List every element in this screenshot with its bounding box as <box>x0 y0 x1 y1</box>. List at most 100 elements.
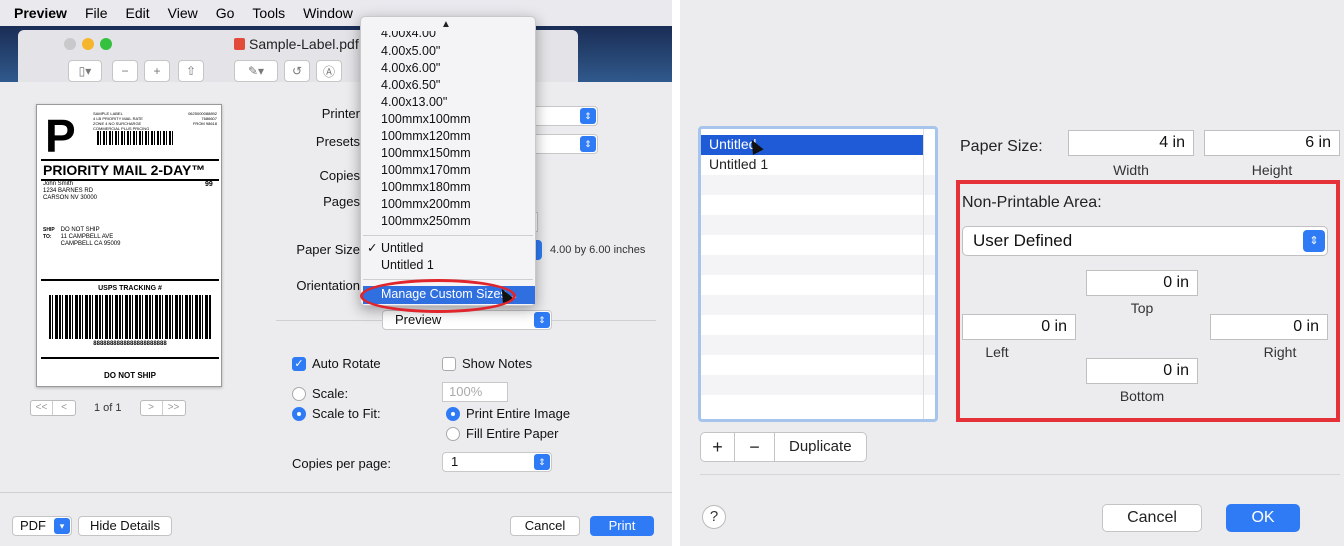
menu-item-4x5[interactable]: 4.00x5.00" <box>381 43 440 59</box>
close-window-button[interactable] <box>64 38 76 50</box>
remove-size-button[interactable]: − <box>735 433 775 461</box>
zoom-window-button[interactable] <box>100 38 112 50</box>
menu-item-100x200[interactable]: 100mmx200mm <box>381 196 471 212</box>
menu-item-100x150[interactable]: 100mmx150mm <box>381 145 471 161</box>
non-printable-area-label: Non-Printable Area: <box>962 194 1102 211</box>
pages-label: Pages <box>323 194 360 209</box>
height-caption: Height <box>1251 162 1293 178</box>
label-code: 0625000088892 7686607 FROM 98618 <box>188 111 217 126</box>
menu-item-100x250[interactable]: 100mmx250mm <box>381 213 471 229</box>
top-margin-field[interactable]: 0 in <box>1086 270 1198 296</box>
presets-label: Presets <box>315 134 360 149</box>
tracking-barcode <box>49 295 211 339</box>
copies-label: Copies <box>319 168 360 183</box>
list-item-empty <box>701 335 935 355</box>
page-indicator: 1 of 1 <box>94 402 122 414</box>
markup-pen-icon[interactable]: ✎▾ <box>234 60 278 82</box>
list-item-selected[interactable]: Untitled <box>701 135 923 155</box>
priority-letter: P <box>45 110 76 162</box>
annotate-icon[interactable]: Ⓐ <box>316 60 342 82</box>
checkmark-icon: ✓ <box>292 356 306 371</box>
menu-edit[interactable]: Edit <box>126 5 150 21</box>
ok-button[interactable]: OK <box>1226 504 1300 532</box>
menu-item-100x120[interactable]: 100mmx120mm <box>381 128 471 144</box>
label-rate-info: SAMPLE LABEL 4 LB PRIORITY MAIL RATE ZON… <box>93 111 150 131</box>
preview-section-popup[interactable]: Preview ⇕ <box>382 310 552 330</box>
pdf-menu-button[interactable]: PDF ▾ <box>12 516 72 536</box>
height-field[interactable]: 6 in <box>1204 130 1340 156</box>
last-page-button[interactable]: >> <box>163 401 185 415</box>
menu-item-4x4[interactable]: 4.00x4.00" <box>381 31 440 39</box>
right-margin-field[interactable]: 0 in <box>1210 314 1328 340</box>
rotate-icon[interactable]: ↺ <box>284 60 310 82</box>
orientation-label: Orientation <box>296 278 360 293</box>
paper-size-info: 4.00 by 6.00 inches <box>550 244 646 256</box>
custom-sizes-list[interactable]: Untitled Untitled 1 <box>698 126 938 422</box>
menu-window[interactable]: Window <box>303 5 353 21</box>
chevron-updown-icon: ⇕ <box>580 136 596 152</box>
print-entire-image-radio[interactable]: Print Entire Image <box>446 406 570 421</box>
cancel-button[interactable]: Cancel <box>1102 504 1202 532</box>
user-defined-popup[interactable]: User Defined ⇕ <box>962 226 1328 256</box>
menu-bar: Preview File Edit View Go Tools Window <box>0 0 672 26</box>
service-title: PRIORITY MAIL 2-DAY™ <box>41 159 219 181</box>
scale-to-fit-radio[interactable]: Scale to Fit: <box>292 406 381 421</box>
scroll-up-icon[interactable]: ▲ <box>441 19 451 30</box>
menu-item-untitled[interactable]: ✓ Untitled <box>367 240 423 256</box>
menu-item-100x180[interactable]: 100mmx180mm <box>381 179 471 195</box>
tracking-header: USPS TRACKING # <box>41 279 219 292</box>
menu-item-4x13[interactable]: 4.00x13.00" <box>381 94 447 110</box>
list-item[interactable]: Untitled 1 <box>701 155 935 175</box>
menu-item-4x6.5[interactable]: 4.00x6.50" <box>381 77 440 93</box>
hide-details-button[interactable]: Hide Details <box>78 516 172 536</box>
left-margin-field[interactable]: 0 in <box>962 314 1076 340</box>
cancel-button[interactable]: Cancel <box>510 516 580 536</box>
menu-tools[interactable]: Tools <box>252 5 285 21</box>
menu-file[interactable]: File <box>85 5 108 21</box>
scale-radio[interactable]: Scale: <box>292 386 348 401</box>
prev-page-button[interactable]: < <box>53 401 75 415</box>
list-item-empty <box>701 375 935 395</box>
menu-view[interactable]: View <box>168 5 198 21</box>
bottom-caption: Bottom <box>1119 388 1165 404</box>
tracking-number: 8888888888888888888888 <box>93 341 167 347</box>
radio-off-icon <box>446 426 460 441</box>
list-scroll-column <box>923 129 935 419</box>
radio-on-icon <box>446 406 460 421</box>
bottom-divider <box>0 492 672 493</box>
share-icon[interactable]: ⇧ <box>178 60 204 82</box>
menu-item-100x100[interactable]: 100mmx100mm <box>381 111 471 127</box>
copies-per-page-label: Copies per page: <box>292 456 392 471</box>
chevron-down-icon: ▾ <box>54 518 70 534</box>
menu-preview[interactable]: Preview <box>14 5 67 21</box>
list-item-label: Untitled 1 <box>709 156 769 172</box>
list-item-empty <box>701 215 935 235</box>
menu-item-4x6[interactable]: 4.00x6.00" <box>381 60 440 76</box>
copies-per-page-popup[interactable]: 1 ⇕ <box>442 452 552 472</box>
window-title-text: Sample-Label.pdf ( <box>249 36 368 52</box>
menu-item-100x170[interactable]: 100mmx170mm <box>381 162 471 178</box>
menu-go[interactable]: Go <box>216 5 235 21</box>
auto-rotate-label: Auto Rotate <box>312 356 381 371</box>
first-page-button[interactable]: << <box>31 401 53 415</box>
print-button[interactable]: Print <box>590 516 654 536</box>
fill-entire-paper-radio[interactable]: Fill Entire Paper <box>446 426 558 441</box>
duplicate-button[interactable]: Duplicate <box>775 433 866 461</box>
width-field[interactable]: 4 in <box>1068 130 1194 156</box>
add-size-button[interactable]: + <box>701 433 735 461</box>
empty-checkbox-icon <box>442 356 456 371</box>
next-page-button[interactable]: > <box>141 401 163 415</box>
zoom-out-icon[interactable]: − <box>112 60 138 82</box>
zoom-in-icon[interactable]: + <box>144 60 170 82</box>
sidebar-toggle-icon[interactable]: ▯▾ <box>68 60 102 82</box>
scale-field[interactable]: 100% <box>442 382 508 402</box>
show-notes-checkbox[interactable]: Show Notes <box>442 356 532 371</box>
list-edit-controls: + − Duplicate <box>700 432 867 462</box>
menu-separator <box>363 235 533 236</box>
bottom-margin-field[interactable]: 0 in <box>1086 358 1198 384</box>
print-dialog-screenshot: Preview File Edit View Go Tools Window S… <box>0 0 672 546</box>
menu-item-untitled-1[interactable]: Untitled 1 <box>381 257 434 273</box>
help-button[interactable]: ? <box>702 505 726 529</box>
auto-rotate-checkbox[interactable]: ✓ Auto Rotate <box>292 356 381 371</box>
minimize-window-button[interactable] <box>82 38 94 50</box>
